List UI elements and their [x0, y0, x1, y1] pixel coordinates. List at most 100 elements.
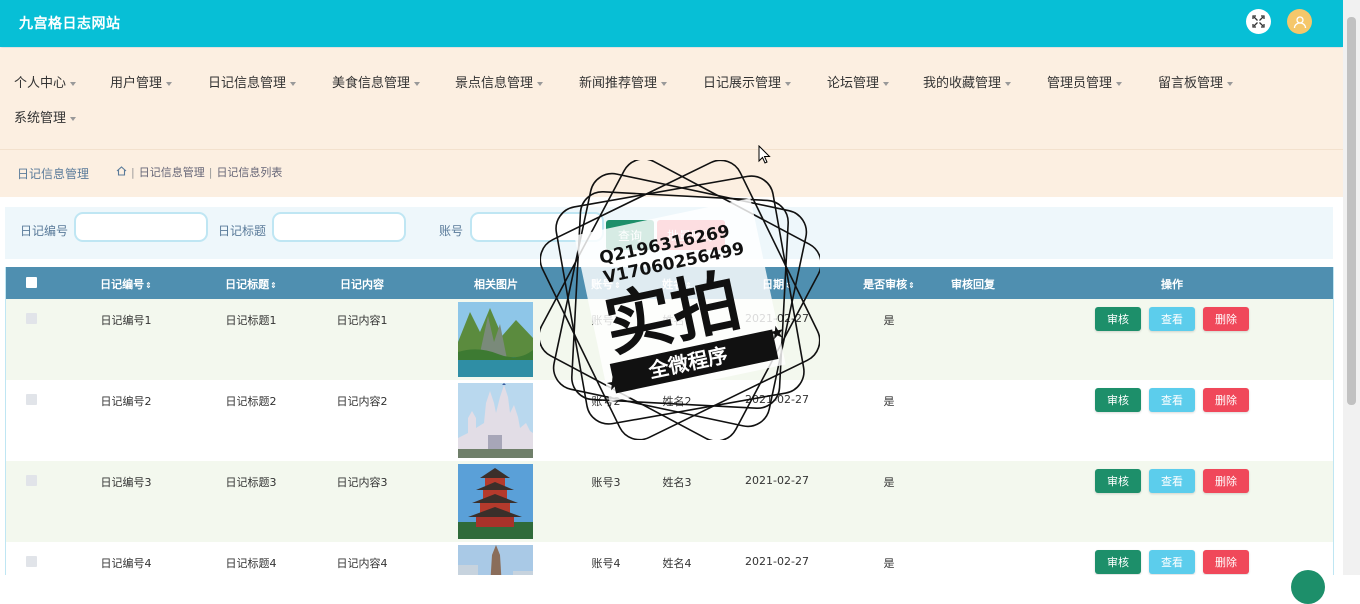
- cell-account: 账号1: [591, 314, 621, 327]
- query-button[interactable]: 查询: [606, 220, 654, 250]
- delete-button[interactable]: 删除: [1203, 469, 1249, 493]
- menu-item-forum-management[interactable]: 论坛管理: [827, 72, 890, 91]
- batch-delete-button[interactable]: 批量删除: [657, 220, 725, 250]
- column-header-label: 账号: [591, 278, 614, 291]
- cell-date: 2021-02-27: [745, 393, 809, 406]
- menu-item-personal-center[interactable]: 个人中心: [14, 72, 77, 91]
- caret-down-icon: [883, 81, 890, 86]
- menu-label: 系统管理: [14, 111, 67, 126]
- caret-down-icon: [661, 81, 668, 86]
- column-header-label: 日记标题: [225, 278, 270, 291]
- menu-label: 我的收藏管理: [923, 76, 1002, 91]
- cell-diary-title: 日记标题3: [225, 476, 277, 489]
- menu-label: 美食信息管理: [332, 76, 411, 91]
- column-header-name[interactable]: 姓名⇕: [647, 276, 707, 292]
- column-header-audited[interactable]: 是否审核⇕: [849, 276, 929, 292]
- home-icon[interactable]: [116, 165, 127, 179]
- column-header-actions: 操作: [1161, 278, 1183, 291]
- page-scrollbar[interactable]: [1343, 0, 1360, 575]
- search-input-diary-no[interactable]: [74, 212, 208, 242]
- menu-item-scenic-info-management[interactable]: 景点信息管理: [455, 72, 544, 91]
- cell-date: 2021-02-27: [745, 474, 809, 487]
- cell-audited: 是: [883, 557, 895, 570]
- menu-item-news-recommend-management[interactable]: 新闻推荐管理: [579, 72, 668, 91]
- view-button[interactable]: 查看: [1149, 307, 1195, 331]
- table-row: 日记编号2 日记标题2 日记内容2 账号2 姓名2 2021-02-27 是 审…: [6, 380, 1333, 461]
- view-button[interactable]: 查看: [1149, 550, 1195, 574]
- delete-button[interactable]: 删除: [1203, 307, 1249, 331]
- audit-button[interactable]: 审核: [1095, 307, 1141, 331]
- sort-icon: ⇕: [145, 281, 152, 290]
- row-checkbox[interactable]: [26, 313, 37, 324]
- view-button[interactable]: 查看: [1149, 388, 1195, 412]
- cell-name: 姓名2: [662, 395, 692, 408]
- menu-item-admin-management[interactable]: 管理员管理: [1047, 72, 1123, 91]
- menu-label: 日记展示管理: [703, 76, 782, 91]
- column-header-audit-reply: 审核回复: [951, 278, 995, 291]
- row-checkbox[interactable]: [26, 475, 37, 486]
- menu-item-message-board-management[interactable]: 留言板管理: [1158, 72, 1234, 91]
- column-header-diary-content: 日记内容: [340, 278, 384, 291]
- audit-button[interactable]: 审核: [1095, 550, 1141, 574]
- row-checkbox[interactable]: [26, 556, 37, 567]
- menu-item-diary-info-management[interactable]: 日记信息管理: [208, 72, 297, 91]
- cell-audited: 是: [883, 395, 895, 408]
- menu-item-system-management[interactable]: 系统管理: [14, 107, 77, 126]
- caret-down-icon: [1227, 81, 1234, 86]
- top-header: 九宫格日志网站: [0, 0, 1343, 47]
- cell-date: 2021-02-27: [745, 555, 809, 568]
- menu-item-my-favorites-management[interactable]: 我的收藏管理: [923, 72, 1012, 91]
- column-header-label: 日记编号: [100, 278, 145, 291]
- table-row: 日记编号1 日记标题1 日记内容1 账号1 姓名1 2021-02-27 是 审…: [6, 299, 1333, 380]
- search-label-diary-title: 日记标题: [218, 224, 267, 238]
- search-panel: 日记编号 日记标题 账号 查询 批量删除: [5, 207, 1333, 259]
- column-header-diary-no[interactable]: 日记编号⇕: [86, 276, 166, 292]
- column-header-date[interactable]: 日期⇕: [742, 276, 812, 292]
- menu-label: 新闻推荐管理: [579, 76, 658, 91]
- cell-audited: 是: [883, 314, 895, 327]
- cell-date: 2021-02-27: [745, 312, 809, 325]
- table-header: 日记编号⇕ 日记标题⇕ 日记内容 相关图片 账号⇕ 姓名⇕ 日期⇕ 是否审核⇕ …: [6, 267, 1333, 299]
- breadcrumb-item[interactable]: 日记信息管理: [139, 164, 205, 180]
- cell-account: 账号3: [591, 476, 621, 489]
- caret-down-icon: [70, 116, 77, 121]
- menu-item-user-management[interactable]: 用户管理: [110, 72, 173, 91]
- diary-image-mountain-lake[interactable]: [458, 302, 533, 377]
- menu-label: 用户管理: [110, 76, 163, 91]
- column-header-account[interactable]: 账号⇕: [576, 276, 636, 292]
- back-to-top-button[interactable]: [1291, 570, 1325, 604]
- menu-item-diary-display-management[interactable]: 日记展示管理: [703, 72, 792, 91]
- main-menu: 个人中心 用户管理 日记信息管理 美食信息管理 景点信息管理 新闻推荐管理 日记…: [0, 48, 1343, 150]
- audit-button[interactable]: 审核: [1095, 388, 1141, 412]
- row-checkbox[interactable]: [26, 394, 37, 405]
- delete-button[interactable]: 删除: [1203, 550, 1249, 574]
- diary-image-city-tower[interactable]: [458, 545, 533, 575]
- breadcrumb: | 日记信息管理 | 日记信息列表: [116, 164, 282, 180]
- search-input-account[interactable]: [470, 212, 604, 242]
- breadcrumb-item: 日记信息列表: [216, 166, 283, 179]
- menu-label: 景点信息管理: [455, 76, 534, 91]
- cell-name: 姓名3: [662, 476, 692, 489]
- search-input-diary-title[interactable]: [272, 212, 406, 242]
- caret-down-icon: [166, 81, 173, 86]
- menu-item-food-info-management[interactable]: 美食信息管理: [332, 72, 421, 91]
- page-section-title: 日记信息管理: [17, 167, 90, 181]
- user-avatar-icon[interactable]: [1287, 9, 1312, 34]
- view-button[interactable]: 查看: [1149, 469, 1195, 493]
- app-title: 九宫格日志网站: [19, 16, 121, 32]
- column-header-diary-title[interactable]: 日记标题⇕: [211, 276, 291, 292]
- delete-button[interactable]: 删除: [1203, 388, 1249, 412]
- table-row: 日记编号3 日记标题3 日记内容3 账号3 姓名3 2021-02-27 是 审…: [6, 461, 1333, 542]
- scrollbar-thumb[interactable]: [1347, 17, 1356, 405]
- select-all-checkbox[interactable]: [26, 277, 37, 288]
- diary-image-castle[interactable]: [458, 383, 533, 458]
- search-label-diary-no: 日记编号: [20, 224, 69, 238]
- caret-down-icon: [290, 81, 297, 86]
- diary-image-pagoda-tower[interactable]: [458, 464, 533, 539]
- column-header-label: 是否审核: [863, 278, 908, 291]
- cell-diary-title: 日记标题1: [225, 314, 277, 327]
- audit-button[interactable]: 审核: [1095, 469, 1141, 493]
- menu-label: 留言板管理: [1158, 76, 1224, 91]
- breadcrumb-bar: 日记信息管理 | 日记信息管理 | 日记信息列表: [0, 150, 1343, 197]
- fullscreen-icon[interactable]: [1246, 9, 1271, 34]
